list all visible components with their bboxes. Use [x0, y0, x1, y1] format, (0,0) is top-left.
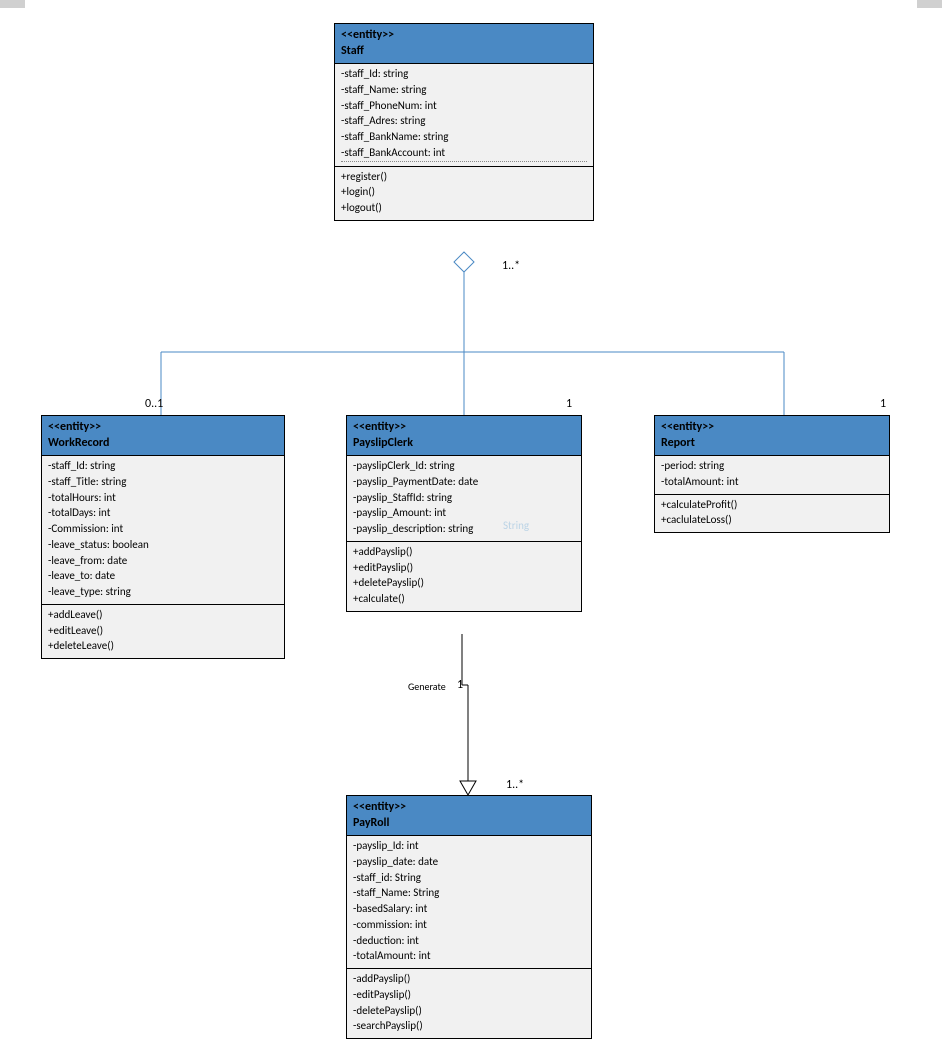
class-payroll[interactable]: <<entity>> PayRoll -payslip_Id: int -pay…	[346, 795, 592, 1039]
multiplicity-staff: 1..*	[502, 259, 520, 273]
stereotype: <<entity>>	[341, 28, 587, 44]
class-header: <<entity>> Report	[655, 416, 889, 456]
operations: +calculateProfit() +caclulateLoss()	[655, 495, 889, 533]
class-workrecord[interactable]: <<entity>> WorkRecord -staff_Id: string …	[41, 415, 285, 659]
attributes: -staff_Id: string -staff_Name: string -s…	[335, 64, 593, 167]
class-header: <<entity>> WorkRecord	[42, 416, 284, 456]
operations: -addPayslip() -editPayslip() -deletePays…	[347, 969, 591, 1038]
multiplicity-payslipclerk: 1	[566, 397, 572, 411]
multiplicity-generate-bottom: 1..*	[506, 778, 524, 792]
multiplicity-report: 1	[880, 397, 886, 411]
stereotype: <<entity>>	[353, 800, 585, 816]
stereotype: <<entity>>	[353, 420, 575, 436]
attributes: -period: string -totalAmount: int	[655, 456, 889, 495]
class-header: <<entity>> PayslipClerk	[347, 416, 581, 456]
class-name: PayslipClerk	[353, 436, 575, 452]
class-report[interactable]: <<entity>> Report -period: string -total…	[654, 415, 890, 533]
corner-marker	[0, 0, 25, 8]
class-header: <<entity>> Staff	[335, 24, 593, 64]
multiplicity-workrecord: 0..1	[145, 397, 163, 411]
attributes: -payslip_Id: int -payslip_date: date -st…	[347, 836, 591, 969]
class-name: WorkRecord	[48, 436, 278, 452]
class-name: Report	[661, 436, 883, 452]
operations: +addPayslip() +editPayslip() +deletePays…	[347, 542, 581, 611]
class-staff[interactable]: <<entity>> Staff -staff_Id: string -staf…	[334, 23, 594, 221]
stereotype: <<entity>>	[48, 420, 278, 436]
corner-marker	[917, 0, 942, 8]
attributes: -payslipClerk_Id: string -payslip_Paymen…	[347, 456, 581, 542]
class-header: <<entity>> PayRoll	[347, 796, 591, 836]
association-label-generate: Generate	[408, 680, 446, 693]
operations: +register() +login() +logout()	[335, 167, 593, 220]
multiplicity-generate-top: 1	[457, 678, 463, 692]
class-payslipclerk[interactable]: <<entity>> PayslipClerk -payslipClerk_Id…	[346, 415, 582, 612]
class-name: Staff	[341, 44, 587, 60]
attributes: -staff_Id: string -staff_Title: string -…	[42, 456, 284, 605]
class-name: PayRoll	[353, 816, 585, 832]
operations: +addLeave() +editLeave() +deleteLeave()	[42, 605, 284, 658]
stereotype: <<entity>>	[661, 420, 883, 436]
